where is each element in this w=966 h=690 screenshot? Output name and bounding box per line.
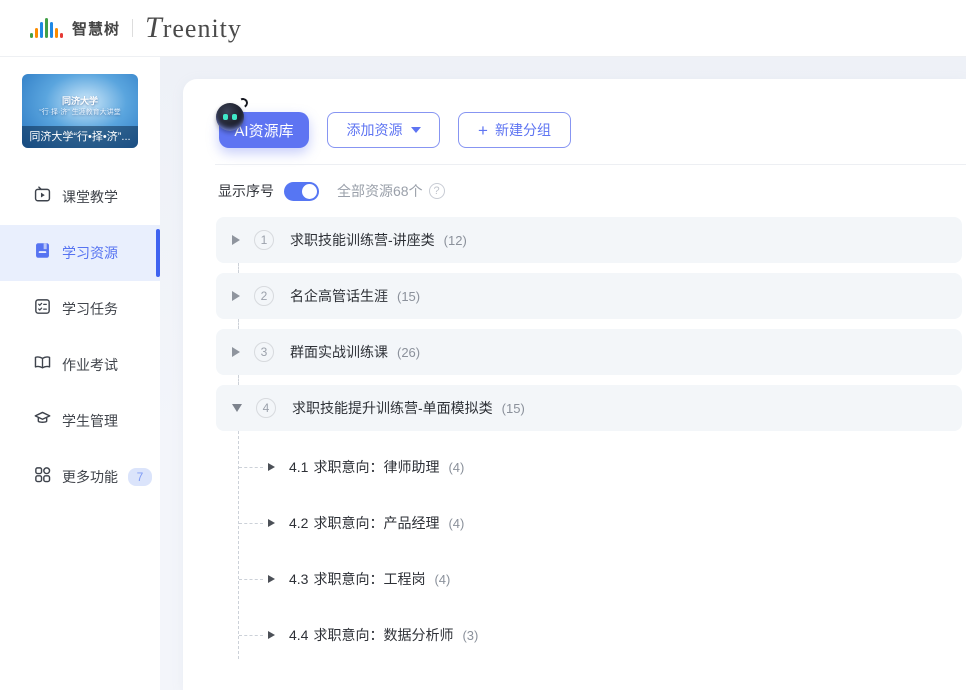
sidebar-item-label: 课堂教学 <box>62 187 118 207</box>
open-book-icon <box>33 353 52 377</box>
sidebar-item-label: 学习资源 <box>62 243 118 263</box>
sub-row-count: (4) <box>434 572 450 587</box>
expand-caret-icon[interactable] <box>268 575 275 583</box>
logo-divider <box>132 19 133 37</box>
sub-row-4-3[interactable]: 4.3求职意向：工程岗 (4) <box>268 556 962 602</box>
group-count: (12) <box>444 233 467 248</box>
barchart-logo-icon <box>30 18 65 38</box>
group-row-1[interactable]: 1 求职技能训练营-讲座类 (12) <box>216 217 962 263</box>
sub-row-count: (4) <box>448 460 464 475</box>
grid-icon <box>33 465 52 489</box>
tv-play-icon <box>33 185 52 209</box>
group-index: 4 <box>256 398 276 418</box>
brand-logo: 智慧树 Treenity <box>30 11 242 45</box>
group-count: (26) <box>397 345 420 360</box>
plus-icon: + <box>478 122 488 139</box>
group-count: (15) <box>502 401 525 416</box>
tree-guide-line <box>238 375 239 385</box>
tree-guide-connector <box>239 635 263 636</box>
book-icon <box>33 241 52 265</box>
sidebar-item-label: 学生管理 <box>62 411 118 431</box>
add-resource-label: 添加资源 <box>347 120 403 140</box>
group-row-3[interactable]: 3 群面实战训练课 (26) <box>216 329 962 375</box>
expand-caret-icon[interactable] <box>268 519 275 527</box>
chevron-down-icon <box>411 127 421 133</box>
new-group-button[interactable]: + 新建分组 <box>458 112 571 148</box>
course-thumb-subtitle: “行·择·济” 生涯教育大讲堂 <box>22 107 138 117</box>
expand-caret-icon[interactable] <box>232 235 240 245</box>
sub-row-title: 4.1求职意向：律师助理 <box>289 457 439 477</box>
sub-row-title: 4.2求职意向：产品经理 <box>289 513 439 533</box>
group-title: 求职技能训练营-讲座类 <box>290 230 435 250</box>
graduate-cap-icon <box>33 409 52 433</box>
sidebar-item-homework[interactable]: 作业考试 <box>0 337 160 393</box>
help-icon[interactable]: ? <box>429 183 445 199</box>
course-thumb-title: 同济大学 <box>22 94 138 107</box>
expand-caret-icon[interactable] <box>232 347 240 357</box>
ai-robot-icon <box>216 103 244 131</box>
tree-guide-connector <box>239 579 263 580</box>
course-caption: 同济大学“行•择•济”... <box>22 126 138 148</box>
sidebar-item-label: 作业考试 <box>62 355 118 375</box>
sub-row-4-1[interactable]: 4.1求职意向：律师助理 (4) <box>268 444 962 490</box>
group-index: 2 <box>254 286 274 306</box>
expand-caret-icon[interactable] <box>268 463 275 471</box>
sidebar-item-label: 更多功能 <box>62 467 118 487</box>
group-title: 群面实战训练课 <box>290 342 388 362</box>
toolbar-divider <box>215 164 966 165</box>
sub-row-title: 4.3求职意向：工程岗 <box>289 569 425 589</box>
sub-row-title: 4.4求职意向：数据分析师 <box>289 625 453 645</box>
group-index: 1 <box>254 230 274 250</box>
group-index: 3 <box>254 342 274 362</box>
active-indicator-bar <box>156 229 160 277</box>
toggle-knob <box>302 184 317 199</box>
course-thumbnail[interactable]: 同济大学 “行·择·济” 生涯教育大讲堂 同济大学“行•择•济”... <box>22 74 138 148</box>
group-title: 名企高管话生涯 <box>290 286 388 306</box>
page: 智慧树 Treenity 同济大学 “行·择·济” 生涯教育大讲堂 同济大学“行… <box>0 0 966 690</box>
task-list-icon <box>33 297 52 321</box>
sidebar-item-resources[interactable]: 学习资源 <box>0 225 160 281</box>
group-row-2[interactable]: 2 名企高管话生涯 (15) <box>216 273 962 319</box>
sub-row-4-4[interactable]: 4.4求职意向：数据分析师 (3) <box>268 612 962 658</box>
brand-name-cn: 智慧树 <box>72 18 120 39</box>
brand-name-en: Treenity <box>145 11 242 45</box>
tree-guide-line <box>238 431 239 659</box>
content-card: AI资源库 添加资源 + 新建分组 显示序号 全部资源68个 ? 1 求职技能训… <box>183 79 966 690</box>
sidebar-nav: 课堂教学 学习资源 <box>0 169 160 505</box>
expand-caret-icon[interactable] <box>232 291 240 301</box>
group-title: 求职技能提升训练营-单面模拟类 <box>292 398 493 418</box>
top-header: 智慧树 Treenity <box>0 0 966 57</box>
sidebar-item-more[interactable]: 更多功能 7 <box>0 449 160 505</box>
add-resource-button[interactable]: 添加资源 <box>327 112 440 148</box>
more-features-badge: 7 <box>128 468 152 486</box>
show-index-toggle[interactable] <box>284 182 319 201</box>
sub-row-count: (4) <box>448 516 464 531</box>
group-count: (15) <box>397 289 420 304</box>
tree-guide-connector <box>239 467 263 468</box>
tree-guide-line <box>238 319 239 329</box>
total-resources-label: 全部资源68个 <box>337 181 423 201</box>
show-index-label: 显示序号 <box>218 181 274 201</box>
sub-row-4-2[interactable]: 4.2求职意向：产品经理 (4) <box>268 500 962 546</box>
filter-bar: 显示序号 全部资源68个 ? <box>218 175 445 207</box>
group-row-4[interactable]: 4 求职技能提升训练营-单面模拟类 (15) <box>216 385 962 431</box>
expand-caret-icon[interactable] <box>268 631 275 639</box>
tree-guide-line <box>238 263 239 273</box>
sidebar-item-students[interactable]: 学生管理 <box>0 393 160 449</box>
new-group-label: 新建分组 <box>495 120 551 140</box>
sidebar-item-label: 学习任务 <box>62 299 118 319</box>
sidebar: 同济大学 “行·择·济” 生涯教育大讲堂 同济大学“行•择•济”... 课堂教学 <box>0 57 160 690</box>
sidebar-item-classroom[interactable]: 课堂教学 <box>0 169 160 225</box>
sidebar-item-tasks[interactable]: 学习任务 <box>0 281 160 337</box>
tree-guide-connector <box>239 523 263 524</box>
collapse-caret-icon[interactable] <box>232 404 242 412</box>
sub-row-count: (3) <box>462 628 478 643</box>
